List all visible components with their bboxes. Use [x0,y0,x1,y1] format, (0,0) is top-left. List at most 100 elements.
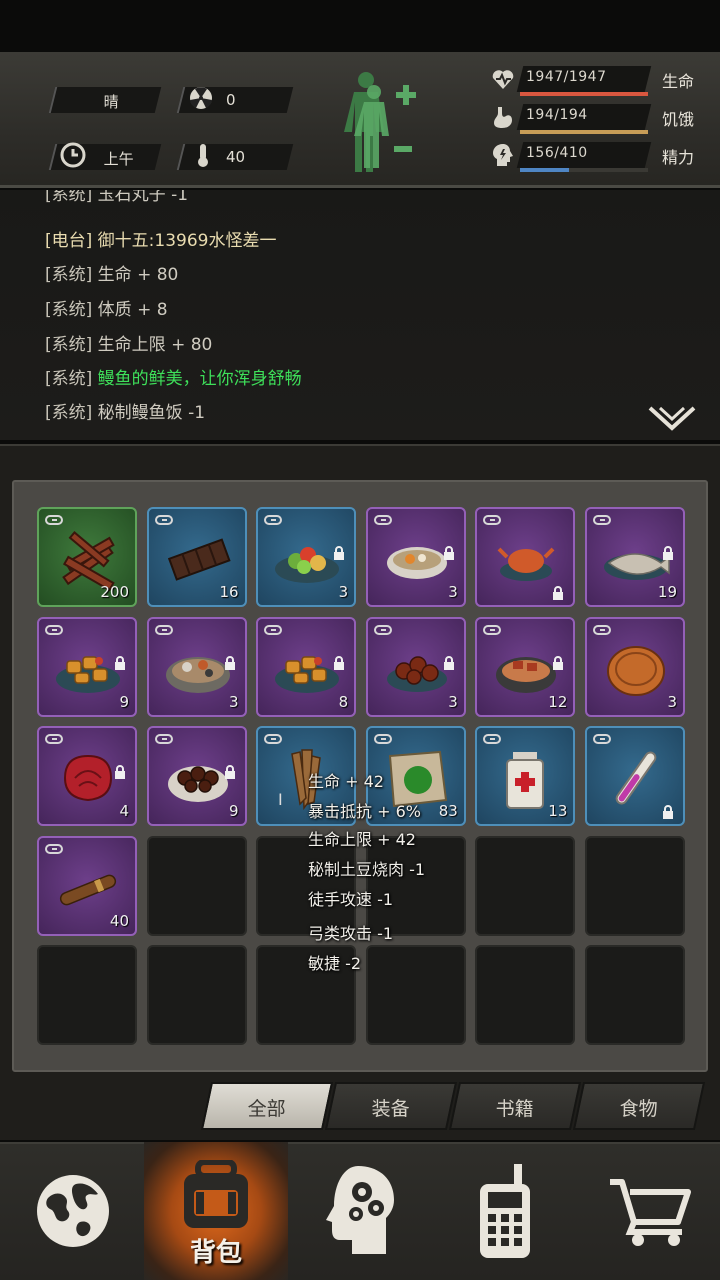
empty-slot[interactable] [365,945,466,1045]
item-count: 3 [667,692,677,711]
inventory-slot[interactable]: 3 [146,616,247,717]
syringe-vial-icon [601,746,671,810]
backpack-icon [184,1160,248,1228]
log-line: [系统] 玉石丸子 -1 [45,190,188,205]
inventory-slot[interactable]: 3 [365,507,466,607]
mooncake-icon [601,637,671,701]
inventory-slot[interactable] [585,726,685,826]
nav-world-map[interactable] [0,1142,144,1280]
log-line: [系统] 生命上限 + 80 [45,330,212,355]
item-count: 3 [448,583,458,601]
item-count: 13 [548,802,568,820]
item-count: 200 [100,583,129,601]
radiation-value: 0 [226,91,236,109]
lock-icon [442,545,456,560]
log-line: [电台] 御十五:13969水怪差一 [45,226,276,251]
medicine-bottle-icon [491,746,561,810]
inventory-slot[interactable]: 8 [256,616,357,717]
chevron-down-icon[interactable] [648,404,696,432]
lock-icon [661,804,675,819]
health-bar: 1947/1947 生命 [486,64,706,98]
lock-icon [551,585,565,600]
link-icon [483,515,502,525]
body-figure-icon [344,72,416,172]
item-count: 40 [109,911,129,930]
tooltip-line: 秘制土豆烧肉 -1 [308,860,426,879]
heart-icon [490,66,516,92]
lock-icon [661,545,675,560]
item-count: 3 [338,583,349,601]
hunger-label: 饥饿 [662,110,695,129]
empty-slot[interactable] [475,945,576,1045]
inventory-slot[interactable]: 9 [37,616,137,717]
nav-shop[interactable] [576,1142,720,1280]
link-icon [45,515,63,525]
thermometer-icon [190,142,216,168]
link-icon [373,515,392,525]
link-icon [154,734,173,744]
nav-radio[interactable] [432,1142,576,1280]
tooltip-line: 徒手攻速 -1 [308,890,394,909]
tab-all[interactable]: 全部 [200,1082,334,1130]
energy-bar: 156/410 精力 [486,140,706,174]
inventory-slot[interactable]: 9 [146,726,247,826]
tooltip-line: 暴击抵抗 + 6% [308,802,421,821]
empty-slot[interactable] [146,835,247,936]
tab-equipment[interactable]: 装备 [324,1082,458,1130]
chocolate-bar-icon [163,527,233,591]
log-line: [系统] 生命 + 80 [45,260,178,285]
nav-backpack[interactable]: 背包 [144,1142,288,1280]
hunger-value: 194/194 [526,107,588,123]
tab-all-label: 全部 [247,1098,286,1120]
item-count: 3 [448,692,458,711]
inventory-slot[interactable]: 3 [365,616,466,717]
empty-slot[interactable] [475,835,576,936]
lock-icon [332,655,346,670]
inventory-slot[interactable]: 16 [146,507,247,607]
body-status-figure[interactable] [336,66,426,176]
nav-skills[interactable] [288,1142,432,1280]
inventory-slot[interactable]: 13 [475,726,576,826]
item-count: 9 [229,802,239,820]
inventory-slot[interactable]: 12 [475,616,576,717]
inventory-slot[interactable] [475,507,576,607]
inventory-slot[interactable]: 4 [37,726,137,826]
log-tag: [系统] [45,190,93,205]
status-bar: 晴 0 上午 40 1947/1947 生命 194/194 饥饿 156/41… [0,52,720,188]
item-count: 12 [548,692,568,711]
empty-slot[interactable] [37,945,137,1045]
log-tag: [系统] [45,300,93,320]
link-icon [373,734,392,744]
brain-bolt-icon [490,142,516,168]
shopping-cart-icon [610,1179,691,1246]
message-log[interactable]: [系统] 玉石丸子 -1 [电台] 御十五:13969水怪差一 [系统] 生命 … [0,190,720,440]
tooltip-line: 敏捷 -2 [308,954,362,973]
link-icon [45,734,63,744]
log-message: 体质 + 8 [97,300,168,320]
tab-equipment-label: 装备 [371,1098,410,1120]
time-value: 上午 [103,150,134,168]
item-count: 8 [338,692,349,711]
link-icon [264,734,283,744]
inventory-slot[interactable]: 3 [256,507,357,607]
health-label: 生命 [662,72,695,91]
link-icon [45,843,63,854]
inventory-slot[interactable]: 19 [585,507,685,607]
link-icon [264,515,283,525]
energy-label: 精力 [662,148,695,167]
inventory-slot[interactable]: 40 [37,835,137,936]
lock-icon [332,545,346,560]
health-value: 1947/1947 [526,69,607,85]
tab-books[interactable]: 书籍 [448,1082,582,1130]
inventory-slot[interactable]: 200 [37,507,137,607]
log-line: [系统] 秘制鳗鱼饭 -1 [45,398,205,423]
item-count: 3 [229,692,239,711]
tab-food[interactable]: 食物 [572,1082,706,1130]
empty-slot[interactable] [585,835,685,936]
lock-icon [551,655,565,670]
link-icon [483,734,502,744]
inventory-slot[interactable]: 3 [585,616,685,717]
empty-slot[interactable] [585,945,685,1045]
energy-value: 156/410 [526,145,588,161]
empty-slot[interactable] [146,945,247,1045]
